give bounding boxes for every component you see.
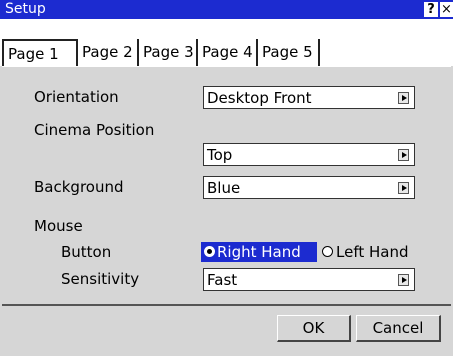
close-icon[interactable]: × [440, 2, 453, 17]
radio-unselected-icon [322, 246, 333, 257]
background-value: Blue [207, 179, 241, 197]
tab-page-2[interactable]: Page 2 [78, 39, 139, 66]
dropdown-arrow-icon[interactable] [398, 149, 409, 161]
sensitivity-select[interactable]: Fast [203, 268, 415, 291]
dropdown-arrow-icon[interactable] [398, 274, 409, 286]
cinema-position-value: Top [207, 146, 233, 164]
background-label: Background [34, 178, 124, 196]
tab-page-3[interactable]: Page 3 [139, 39, 198, 66]
tab-page-4[interactable]: Page 4 [198, 39, 258, 66]
sensitivity-value: Fast [207, 271, 238, 289]
radio-left-hand[interactable]: Left Hand [322, 242, 422, 262]
radio-left-hand-label: Left Hand [336, 243, 409, 261]
cinema-position-select[interactable]: Top [203, 143, 415, 166]
ok-button[interactable]: OK [277, 315, 351, 342]
mouse-button-label: Button [61, 243, 112, 261]
cancel-button[interactable]: Cancel [356, 315, 441, 342]
cinema-position-label: Cinema Position [34, 121, 155, 139]
radio-right-hand[interactable]: Right Hand [201, 242, 317, 262]
help-icon[interactable]: ? [424, 2, 438, 17]
dropdown-arrow-icon[interactable] [398, 182, 409, 194]
mouse-label: Mouse [34, 217, 83, 235]
tab-page-5[interactable]: Page 5 [258, 39, 320, 66]
dropdown-arrow-icon[interactable] [398, 92, 409, 104]
radio-right-hand-label: Right Hand [217, 243, 301, 261]
sensitivity-label: Sensitivity [61, 270, 140, 288]
tab-page-1[interactable]: Page 1 [2, 39, 78, 68]
orientation-label: Orientation [34, 88, 119, 106]
orientation-select[interactable]: Desktop Front [203, 86, 415, 109]
orientation-value: Desktop Front [207, 89, 312, 107]
radio-selected-icon [204, 246, 215, 257]
title-bar[interactable]: Setup ? × [0, 0, 453, 19]
background-select[interactable]: Blue [203, 176, 415, 199]
window-title: Setup [5, 1, 46, 17]
setup-dialog: Setup ? × Page 1 Page 2 Page 3 Page 4 Pa… [0, 0, 453, 356]
